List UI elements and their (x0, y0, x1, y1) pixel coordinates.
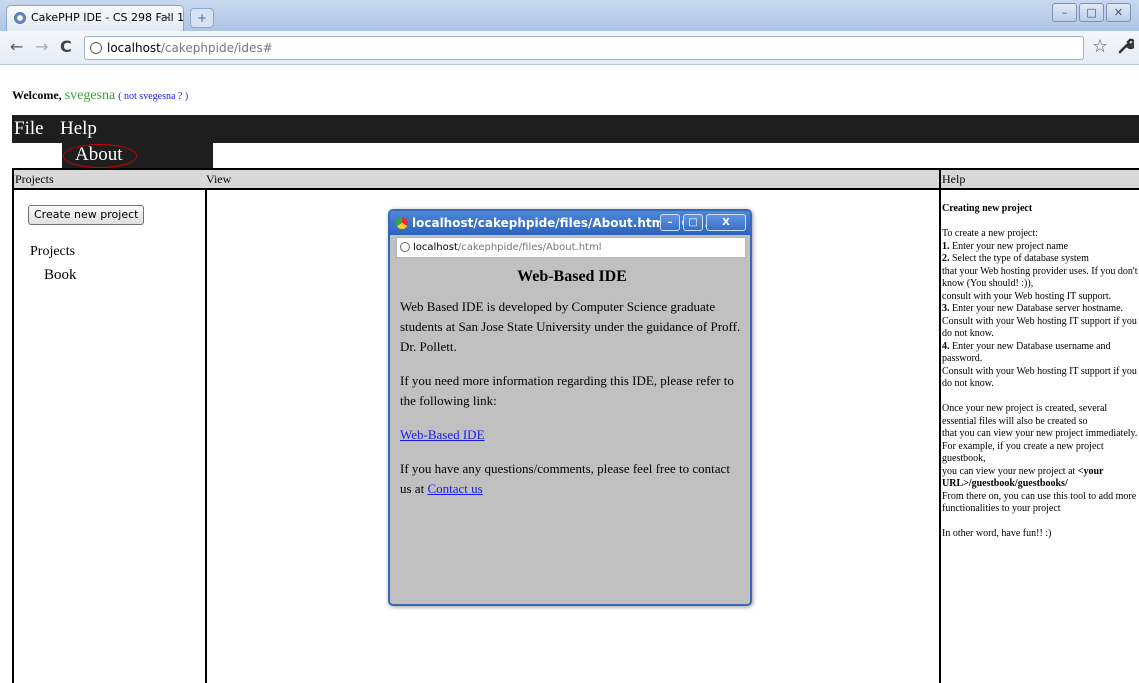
step-number: 1. (942, 240, 950, 252)
popup-minimize-button[interactable]: – (660, 214, 680, 231)
url-path: /cakephpide/ides# (160, 41, 273, 55)
help-intro: To create a new project: (942, 228, 1038, 239)
projects-header: Projects (14, 170, 205, 190)
help-paragraph: Once your new project is created, severa… (942, 403, 1108, 427)
create-project-button[interactable]: Create new project (28, 205, 145, 225)
step-number: 3. (942, 303, 950, 314)
help-paragraph: From there on, you can use this tool to … (942, 490, 1137, 515)
help-step: Select the type of database system (952, 253, 1089, 264)
help-step-text: consult with your Web hosting IT support… (942, 290, 1112, 302)
help-step-text: that your Web hosting provider uses. If … (942, 265, 1138, 290)
view-header: View (205, 170, 942, 190)
popup-heading: Web-Based IDE (517, 268, 627, 285)
window-controls: – □ ✕ (1050, 3, 1131, 22)
back-icon[interactable]: ← (10, 37, 23, 56)
step-number: 4. (942, 340, 950, 352)
help-dropdown: About (62, 143, 213, 170)
popup-body: Web-Based IDE Web Based IDE is developed… (400, 267, 744, 513)
bookmark-star-icon[interactable]: ☆ (1092, 36, 1108, 57)
popup-window-controls: – □ X (657, 214, 746, 231)
about-popup-window: localhost/cakephpide/files/About.html - … (388, 209, 752, 606)
help-outro: In other word, have fun!! :) (942, 528, 1052, 539)
welcome-line: Welcome, svegesna ( not svegesna ? ) (12, 88, 188, 104)
address-bar[interactable]: localhost/cakephpide/ides# (84, 36, 1084, 60)
username: svegesna (64, 88, 116, 103)
project-item-book[interactable]: Book (44, 267, 77, 284)
help-step: Enter your new Database server hostname. (952, 303, 1124, 314)
page-info-icon (90, 42, 102, 54)
browser-tab-strip: CakePHP IDE - CS 298 Fall 10 × + – □ ✕ (0, 0, 1139, 31)
tab-close-icon[interactable]: × (163, 6, 172, 30)
popup-titlebar[interactable]: localhost/cakephpide/files/About.html - … (390, 211, 750, 235)
contact-us-link[interactable]: Contact us (427, 481, 482, 496)
help-step: Enter your new Database username and pas… (942, 340, 1111, 365)
popup-paragraph: If you need more information regarding t… (400, 373, 734, 408)
new-tab-button[interactable]: + (190, 8, 214, 28)
forward-icon[interactable]: → (35, 37, 48, 56)
close-window-button[interactable]: ✕ (1106, 3, 1131, 22)
projects-pane: Projects Create new project Projects Boo… (12, 168, 207, 683)
menu-help[interactable]: Help (60, 118, 97, 140)
not-user-link[interactable]: ( not svegesna ? ) (118, 91, 188, 102)
menu-file[interactable]: File (14, 118, 44, 140)
popup-close-button[interactable]: X (706, 214, 746, 231)
menu-bar: File Help (12, 115, 1139, 143)
popup-url-host: localhost (413, 242, 458, 253)
maximize-button[interactable]: □ (1079, 3, 1104, 22)
help-content: Creating new project To create a new pro… (942, 203, 1139, 541)
chrome-icon (396, 217, 408, 229)
projects-list-title: Projects (30, 244, 76, 259)
help-paragraph: you can view your new project at (942, 465, 1076, 477)
welcome-label: Welcome, (12, 88, 62, 102)
wrench-menu-icon[interactable] (1118, 38, 1137, 58)
menu-item-about[interactable]: About (75, 144, 123, 166)
browser-tab[interactable]: CakePHP IDE - CS 298 Fall 10 × (6, 5, 184, 31)
help-paragraph: that you can view your new project immed… (942, 428, 1138, 464)
popup-maximize-button[interactable]: □ (683, 214, 703, 231)
help-step-text: Consult with your Web hosting IT support… (942, 315, 1137, 340)
reload-icon[interactable]: C (60, 37, 72, 56)
popup-url-path: /cakephpide/files/About.html (457, 242, 602, 253)
minimize-button[interactable]: – (1052, 3, 1077, 22)
help-step: Enter your new project name (952, 240, 1069, 252)
favicon-icon (14, 12, 26, 24)
url-host: localhost (107, 41, 161, 55)
help-header: Help (941, 170, 1139, 190)
help-title: Creating new project (942, 203, 1033, 214)
tab-title: CakePHP IDE - CS 298 Fall 10 (31, 11, 184, 24)
help-step-text: Consult with your Web hosting IT support… (942, 365, 1137, 390)
page-info-icon (400, 242, 410, 252)
web-based-ide-link[interactable]: Web-Based IDE (400, 427, 485, 442)
browser-toolbar: ← → C localhost/cakephpide/ides# ☆ (0, 31, 1139, 65)
popup-paragraph: Web Based IDE is developed by Computer S… (400, 299, 741, 354)
popup-address-bar: localhost/cakephpide/files/About.html (396, 237, 746, 258)
step-number: 2. (942, 253, 950, 264)
help-pane: Help Creating new project To create a ne… (939, 168, 1139, 683)
